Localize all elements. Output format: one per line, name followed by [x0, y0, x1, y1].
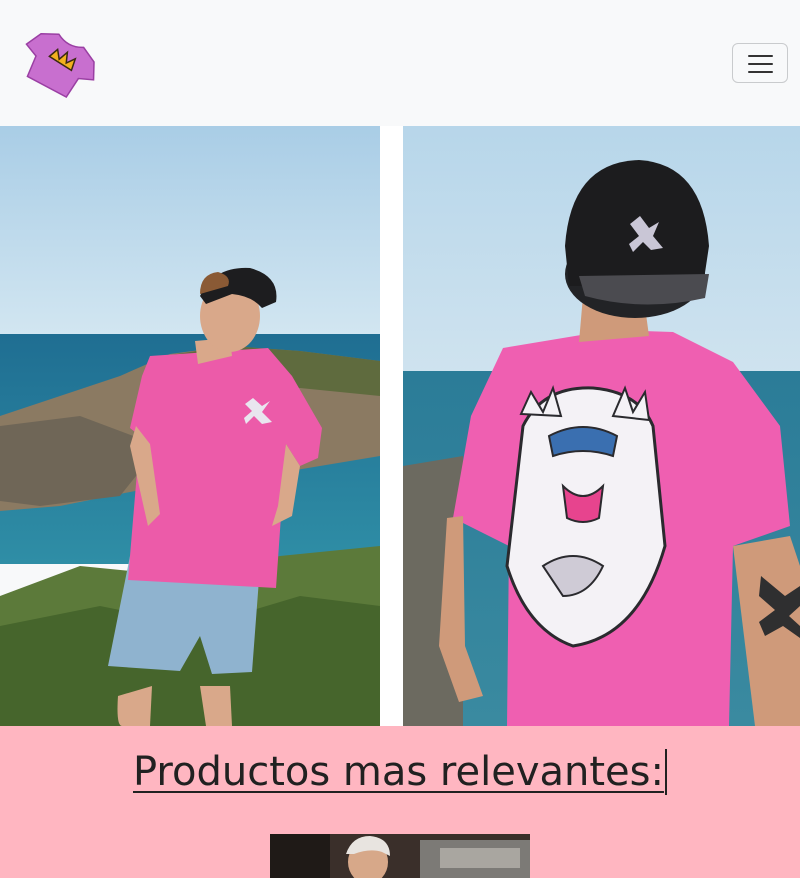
- products-section: Productos mas relevantes:: [0, 726, 800, 878]
- products-title-text: Productos mas relevantes:: [133, 749, 667, 795]
- products-title: Productos mas relevantes:: [0, 744, 800, 800]
- model-pink-tshirt-back-photo: [403, 126, 800, 726]
- model-pink-tshirt-front-photo: [0, 126, 380, 726]
- hamburger-bar: [748, 63, 773, 65]
- menu-toggle-button[interactable]: [732, 43, 788, 83]
- hero-gap: [380, 126, 403, 726]
- navbar: [0, 0, 800, 126]
- product-photo[interactable]: [270, 834, 530, 878]
- hamburger-bar: [748, 71, 773, 73]
- hamburger-menu-icon: [748, 55, 773, 57]
- brand-logo-icon[interactable]: [16, 18, 104, 106]
